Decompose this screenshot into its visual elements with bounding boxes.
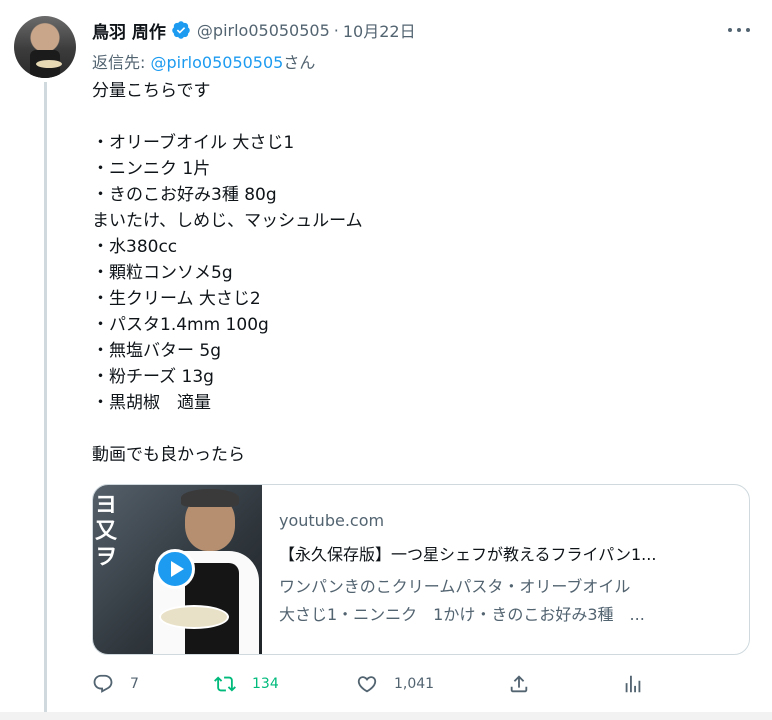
link-preview-card[interactable]: ヨ又ヲ youtube.com 【永久保存版】一つ星シェフが教えるフライパン1.… bbox=[92, 484, 750, 655]
share-button[interactable] bbox=[508, 670, 530, 698]
analytics-button[interactable] bbox=[622, 670, 644, 698]
tweet-text-line: 分量こちらです bbox=[92, 81, 211, 101]
tweet-text-line: まいたけ、しめじ、マッシュルーム bbox=[92, 211, 363, 231]
reply-mention-link[interactable]: @pirlo05050505 bbox=[150, 53, 283, 72]
handle[interactable]: @pirlo05050505 bbox=[197, 21, 330, 40]
card-text: youtube.com 【永久保存版】一つ星シェフが教えるフライパン1... ワ… bbox=[279, 511, 734, 629]
card-description-line: 大さじ1・ニンニク 1かけ・きのこお好み3種 ... bbox=[279, 605, 645, 624]
action-bar: 7 134 1,041 bbox=[92, 670, 652, 698]
card-description: ワンパンきのこクリームパスタ・オリーブオイル 大さじ1・ニンニク 1かけ・きのこ… bbox=[279, 573, 734, 629]
tweet-text-line bbox=[92, 104, 712, 130]
verified-badge-icon bbox=[172, 21, 190, 39]
tweet-header: 鳥羽 周作 @pirlo05050505 · 10月22日 bbox=[92, 18, 416, 43]
bottom-divider bbox=[0, 712, 772, 720]
reply-context: 返信先: @pirlo05050505さん bbox=[92, 49, 315, 73]
video-thumbnail[interactable]: ヨ又ヲ bbox=[93, 485, 262, 654]
tweet-text-line: ・ニンニク 1片 bbox=[92, 159, 211, 179]
like-button[interactable]: 1,041 bbox=[356, 670, 434, 698]
card-description-line: ワンパンきのこクリームパスタ・オリーブオイル bbox=[279, 577, 631, 596]
retweet-button[interactable]: 134 bbox=[214, 670, 279, 698]
tweet-text-line: ・パスタ1.4mm 100g bbox=[92, 315, 269, 335]
card-title[interactable]: 【永久保存版】一つ星シェフが教えるフライパン1... bbox=[279, 541, 734, 565]
reply-count: 7 bbox=[130, 676, 139, 692]
card-domain: youtube.com bbox=[279, 511, 385, 530]
reply-button[interactable]: 7 bbox=[92, 670, 139, 698]
retweet-count: 134 bbox=[252, 676, 279, 692]
tweet-text-line: ・顆粒コンソメ5g bbox=[92, 263, 233, 283]
reply-suffix: さん bbox=[283, 53, 316, 72]
like-count: 1,041 bbox=[394, 676, 435, 692]
share-icon bbox=[510, 675, 528, 693]
tweet-text-line: ・オリーブオイル 大さじ1 bbox=[92, 133, 295, 153]
display-name[interactable]: 鳥羽 周作 bbox=[92, 18, 166, 43]
retweet-icon bbox=[214, 676, 236, 692]
tweet-text-line: ・きのこお好み3種 80g bbox=[92, 185, 277, 205]
tweet-text-line: ・黒胡椒 適量 bbox=[92, 393, 211, 413]
more-icon[interactable] bbox=[728, 22, 750, 38]
tweet-text-line: 動画でも良かったら bbox=[92, 445, 245, 465]
reply-icon bbox=[93, 674, 113, 693]
avatar[interactable] bbox=[14, 16, 76, 78]
tweet-text-line: ・生クリーム 大さじ2 bbox=[92, 289, 261, 309]
tweet-text-line: ・粉チーズ 13g bbox=[92, 367, 214, 387]
tweet-text-line: ・無塩バター 5g bbox=[92, 341, 222, 361]
like-icon bbox=[357, 676, 377, 693]
tweet-text-line bbox=[92, 416, 712, 442]
thread-line bbox=[44, 82, 47, 714]
tweet-date[interactable]: 10月22日 bbox=[343, 18, 416, 42]
thumbnail-caption: ヨ又ヲ bbox=[95, 493, 118, 570]
separator-dot: · bbox=[333, 20, 339, 40]
tweet-text: 分量こちらです ・オリーブオイル 大さじ1 ・ニンニク 1片 ・きのこお好み3種… bbox=[92, 78, 712, 468]
analytics-icon bbox=[625, 675, 641, 693]
tweet-text-line: ・水380cc bbox=[92, 237, 178, 257]
play-icon[interactable] bbox=[155, 549, 195, 589]
reply-prefix: 返信先: bbox=[92, 53, 151, 72]
